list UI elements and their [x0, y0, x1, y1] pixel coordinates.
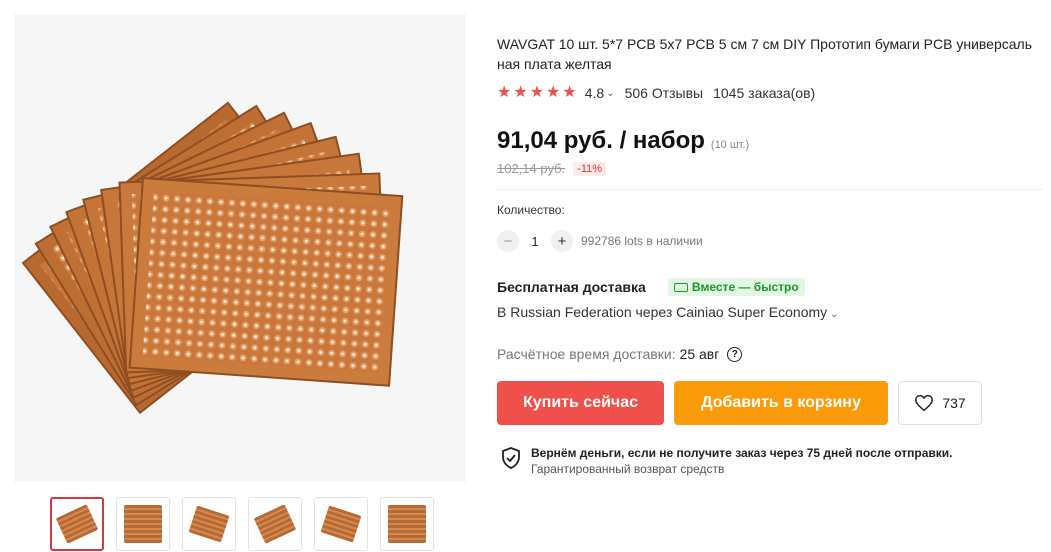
star-icon: ★ — [546, 84, 561, 101]
action-buttons: Купить сейчас Добавить в корзину 737 — [497, 381, 1042, 425]
guarantee-title: Вернём деньги, если не получите заказ че… — [531, 446, 953, 460]
stock-count: 992786 lots в наличии — [581, 234, 703, 248]
shipping-row: Бесплатная доставка Вместе — быстро — [497, 278, 1042, 296]
old-price-row: 102,14 руб. -11% — [497, 161, 1042, 176]
star-icon: ★ — [529, 84, 545, 101]
add-to-cart-button[interactable]: Добавить в корзину — [674, 381, 888, 425]
orders-count: 1045 заказа(ов) — [713, 85, 816, 101]
thumbnail-image — [388, 505, 426, 543]
wishlist-button[interactable]: 737 — [898, 381, 982, 425]
divider — [495, 189, 1043, 190]
delivery-eta: Расчётное время доставки: 25 авг ? — [497, 346, 1042, 362]
shield-check-icon — [502, 447, 520, 469]
shipping-title: Бесплатная доставка — [497, 279, 646, 295]
quantity-label: Количество: — [497, 203, 565, 217]
price-row: 91,04 руб. / набор (10 шт.) — [497, 127, 1042, 155]
help-icon[interactable]: ? — [727, 346, 743, 362]
rating-row: ★ ★ ★ ★ ★ 4.8 ⌄ 506 Отзывы 1045 заказа(о… — [497, 85, 1042, 102]
thumbnail-image — [320, 505, 362, 543]
quantity-stepper: − 1 + 992786 lots в наличии — [497, 230, 1042, 252]
star-icon: ★ — [562, 84, 577, 101]
chevron-down-icon: ⌄ — [830, 309, 839, 320]
old-price: 102,14 руб. — [497, 161, 566, 176]
product-main-image[interactable] — [14, 14, 466, 482]
star-icon: ★ — [513, 84, 528, 101]
guarantee-subtitle: Гарантированный возврат средств — [531, 462, 725, 476]
eta-label: Расчётное время доставки: — [497, 346, 676, 362]
quantity-value[interactable]: 1 — [519, 234, 551, 249]
product-info-panel: WAVGAT 10 шт. 5*7 PCB 5x7 PCB 5 см 7 см … — [495, 34, 1043, 477]
thumbnail-image — [55, 504, 99, 544]
thumbnail-image — [188, 505, 230, 543]
product-title: WAVGAT 10 шт. 5*7 PCB 5x7 PCB 5 см 7 см … — [497, 36, 1032, 72]
unit-label: (10 шт.) — [710, 139, 750, 151]
star-icon: ★ — [497, 84, 512, 101]
thumbnail-image — [253, 504, 297, 544]
thumbnail-6[interactable] — [380, 497, 434, 551]
eta-date: 25 авг — [679, 346, 720, 362]
chevron-down-icon[interactable]: ⌄ — [606, 88, 614, 99]
thumbnail-2[interactable] — [116, 497, 170, 551]
thumbnail-5[interactable] — [314, 497, 368, 551]
wishlist-count: 737 — [942, 395, 966, 411]
thumbnail-image — [124, 505, 162, 543]
star-rating: ★ ★ ★ ★ ★ — [497, 85, 577, 101]
thumbnail-4[interactable] — [248, 497, 302, 551]
thumbnail-strip — [50, 497, 434, 551]
rating-value[interactable]: 4.8 — [585, 85, 604, 101]
current-price: 91,04 руб. / набор — [497, 127, 705, 154]
thumbnail-1[interactable] — [50, 497, 104, 551]
reviews-link[interactable]: 506 Отзывы — [625, 85, 704, 101]
heart-icon — [915, 394, 934, 412]
truck-icon — [673, 282, 688, 292]
shipping-route: В Russian Federation через Cainiao Super… — [497, 304, 828, 320]
buyer-protection: Вернём деньги, если не получите заказ че… — [501, 445, 1042, 477]
fast-delivery-label: Вместе — быстро — [691, 280, 799, 294]
quantity-minus-button[interactable]: − — [497, 230, 519, 252]
quantity-plus-button[interactable]: + — [551, 230, 573, 252]
discount-badge: -11% — [573, 161, 607, 176]
buy-now-button[interactable]: Купить сейчас — [497, 381, 664, 425]
fast-delivery-badge: Вместе — быстро — [667, 278, 805, 296]
shipping-route-selector[interactable]: В Russian Federation через Cainiao Super… — [497, 304, 1042, 320]
thumbnail-3[interactable] — [182, 497, 236, 551]
